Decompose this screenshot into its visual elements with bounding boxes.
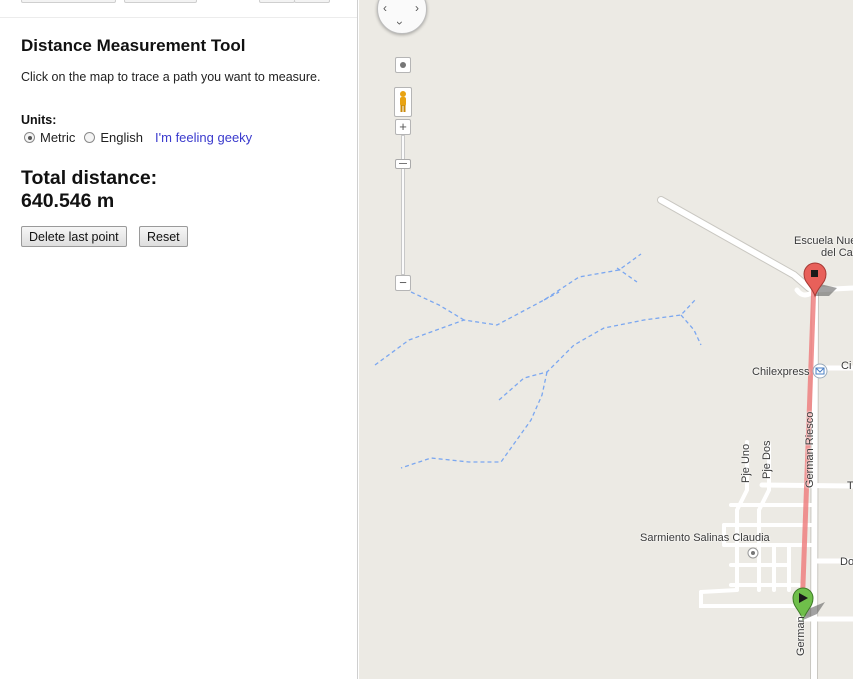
streams — [374, 253, 702, 469]
instructions-text: Click on the map to trace a path you wan… — [21, 70, 321, 84]
zoom-slider-track[interactable] — [401, 135, 405, 275]
top-button-stub[interactable] — [124, 0, 197, 3]
measurement-panel: Distance Measurement Tool Click on the m… — [0, 0, 358, 679]
total-distance-value: 640.546 m — [21, 190, 115, 212]
english-radio[interactable] — [84, 132, 96, 143]
school-label[interactable]: Escuela Nue — [794, 235, 853, 247]
street-label-t: T — [847, 480, 853, 492]
total-distance-label: Total distance: — [21, 167, 158, 189]
top-button-stub[interactable] — [294, 0, 330, 3]
stop-marker-icon — [811, 270, 818, 277]
units-label: Units: — [21, 113, 57, 127]
street-label-german-riesco: German Riesco — [804, 411, 816, 488]
pan-right-icon[interactable]: › — [415, 1, 419, 15]
sarmiento-label[interactable]: Sarmiento Salinas Claudia — [640, 532, 770, 544]
street-label-pje-dos: Pje Dos — [761, 440, 773, 479]
pan-down-icon[interactable]: › — [393, 21, 407, 25]
english-label[interactable]: English — [100, 130, 143, 145]
street-label-german-bottom: German — [795, 616, 807, 656]
street-label-ci: Ci — [841, 360, 852, 372]
street-label-pje-uno: Pje Uno — [740, 443, 752, 483]
map-canvas[interactable] — [359, 0, 853, 679]
school-label-2[interactable]: del Ca — [821, 247, 853, 259]
metric-radio[interactable] — [24, 132, 35, 143]
dot-icon[interactable] — [747, 547, 759, 559]
pan-left-icon[interactable]: ‹ — [383, 1, 387, 15]
units-options: Metric English I'm feeling geeky — [24, 130, 252, 145]
envelope-icon[interactable] — [812, 363, 828, 379]
pegman-icon[interactable] — [394, 87, 412, 117]
reset-button[interactable]: Reset — [139, 226, 188, 247]
zoom-slider-handle[interactable] — [395, 159, 411, 169]
map[interactable]: Escuela Nue del Ca Chilexpress Ci German… — [359, 0, 853, 679]
center-button[interactable] — [395, 57, 411, 73]
street-label-do: Do — [840, 556, 853, 568]
top-button-stub[interactable] — [21, 0, 116, 3]
zoom-out-button[interactable]: − — [395, 275, 411, 291]
zoom-in-button[interactable]: + — [395, 119, 411, 135]
metric-label[interactable]: Metric — [40, 130, 75, 145]
geeky-link[interactable]: I'm feeling geeky — [155, 130, 252, 145]
top-button-stub[interactable] — [259, 0, 295, 3]
page-title: Distance Measurement Tool — [21, 36, 246, 55]
divider — [0, 17, 357, 18]
chilexpress-label[interactable]: Chilexpress — [752, 366, 809, 378]
delete-last-point-button[interactable]: Delete last point — [21, 226, 127, 247]
